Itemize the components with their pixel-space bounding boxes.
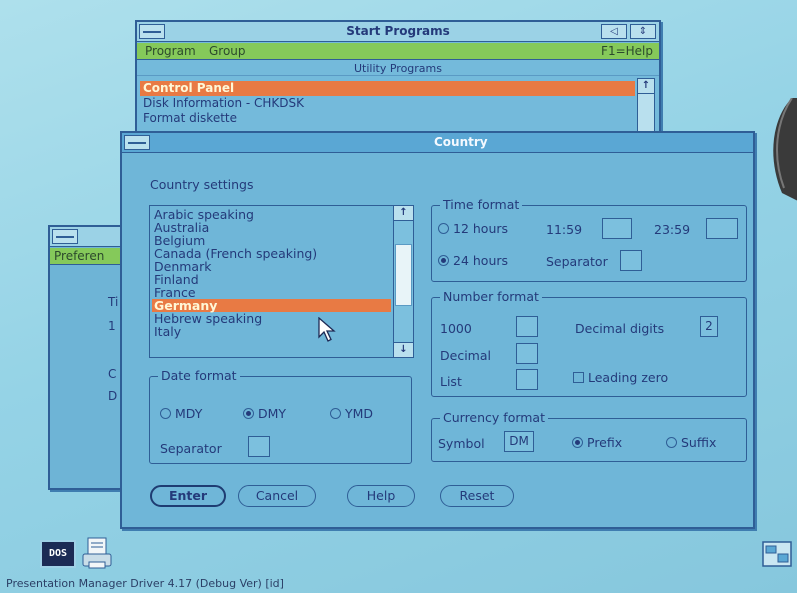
menu-program[interactable]: Program bbox=[145, 43, 196, 59]
country-listbox[interactable]: Arabic speaking Australia Belgium Canada… bbox=[149, 205, 414, 358]
dos-icon[interactable]: DOS bbox=[40, 540, 76, 568]
radio-icon bbox=[330, 408, 341, 419]
radio-suffix[interactable]: Suffix bbox=[666, 435, 716, 450]
radio-ymd[interactable]: YMD bbox=[330, 406, 373, 421]
date-separator-field[interactable] bbox=[248, 436, 270, 457]
date-separator-label: Separator bbox=[160, 441, 222, 456]
enter-button[interactable]: Enter bbox=[150, 485, 226, 507]
status-text: Presentation Manager Driver 4.17 (Debug … bbox=[6, 577, 284, 590]
radio-prefix-label: Prefix bbox=[587, 435, 623, 450]
radio-selected-icon bbox=[572, 437, 583, 448]
time-separator-field[interactable] bbox=[620, 250, 642, 271]
radio-prefix[interactable]: Prefix bbox=[572, 435, 622, 450]
system-menu-icon[interactable] bbox=[52, 229, 78, 244]
pm-time-label: 23:59 bbox=[654, 222, 691, 237]
hardware-device-icon bbox=[773, 98, 797, 201]
radio-suffix-label: Suffix bbox=[681, 435, 717, 450]
decimal-digits-label: Decimal digits bbox=[575, 321, 665, 336]
radio-icon bbox=[160, 408, 171, 419]
checkbox-icon bbox=[573, 372, 584, 383]
scroll-thumb[interactable] bbox=[395, 244, 412, 306]
reset-button[interactable]: Reset bbox=[440, 485, 514, 507]
printer-icon[interactable] bbox=[80, 536, 114, 572]
radio-12-hours-label: 12 hours bbox=[453, 221, 509, 236]
country-titlebar[interactable]: Country bbox=[122, 133, 753, 153]
start-programs-title: Start Programs bbox=[346, 24, 450, 38]
task-list-icon[interactable] bbox=[762, 541, 792, 567]
system-menu-icon[interactable] bbox=[124, 135, 150, 150]
country-settings-label: Country settings bbox=[150, 177, 254, 192]
country-title: Country bbox=[434, 135, 488, 149]
scroll-down-icon[interactable]: ↓ bbox=[394, 342, 413, 357]
currency-symbol-field[interactable]: DM bbox=[504, 431, 534, 452]
program-item-format-diskette[interactable]: Format diskette bbox=[140, 111, 635, 126]
cancel-button[interactable]: Cancel bbox=[238, 485, 316, 507]
time-format-legend: Time format bbox=[440, 198, 523, 212]
decimal-separator-field[interactable] bbox=[516, 343, 538, 364]
pm-time-field[interactable] bbox=[706, 218, 738, 239]
preferences-label-fragment: D bbox=[108, 389, 118, 403]
thousand-separator-label: 1000 bbox=[440, 321, 472, 336]
radio-12-hours[interactable]: 12 hours bbox=[438, 221, 508, 236]
list-separator-field[interactable] bbox=[516, 369, 538, 390]
list-separator-label: List bbox=[440, 374, 462, 389]
radio-mdy[interactable]: MDY bbox=[160, 406, 202, 421]
mouse-pointer-icon bbox=[318, 317, 336, 342]
radio-dmy-label: DMY bbox=[258, 406, 287, 421]
number-format-group: Number format 1000 Decimal digits 2 Deci… bbox=[431, 290, 747, 397]
decimal-digits-field[interactable]: 2 bbox=[700, 316, 718, 337]
am-time-field[interactable] bbox=[602, 218, 632, 239]
currency-format-group: Currency format Symbol DM Prefix Suffix bbox=[431, 411, 747, 462]
time-separator-label: Separator bbox=[546, 254, 608, 269]
radio-icon bbox=[666, 437, 677, 448]
preferences-label-fragment: C bbox=[108, 367, 117, 381]
radio-24-hours[interactable]: 24 hours bbox=[438, 253, 508, 268]
decimal-separator-label: Decimal bbox=[440, 348, 491, 363]
preferences-label-fragment: 1 bbox=[108, 319, 116, 333]
start-programs-menubar: Program Group F1=Help bbox=[137, 43, 659, 60]
date-format-legend: Date format bbox=[158, 369, 240, 383]
menu-group[interactable]: Group bbox=[209, 43, 246, 59]
group-title: Utility Programs bbox=[137, 61, 659, 76]
currency-symbol-label: Symbol bbox=[438, 436, 485, 451]
time-format-group: Time format 12 hours 11:59 23:59 24 hour… bbox=[431, 198, 747, 282]
number-format-legend: Number format bbox=[440, 290, 542, 304]
radio-selected-icon bbox=[243, 408, 254, 419]
date-format-group: Date format MDY DMY YMD Separator bbox=[149, 369, 412, 464]
menu-help[interactable]: F1=Help bbox=[601, 43, 653, 59]
country-dialog: Country Country settings Arabic speaking… bbox=[120, 131, 755, 529]
list-item[interactable]: Italy bbox=[152, 325, 391, 338]
currency-format-legend: Currency format bbox=[440, 411, 548, 425]
radio-selected-icon bbox=[438, 255, 449, 266]
scroll-up-icon[interactable]: ↑ bbox=[394, 206, 413, 221]
am-time-label: 11:59 bbox=[546, 222, 583, 237]
minimize-icon[interactable]: ◁ bbox=[601, 24, 627, 39]
program-item-disk-information[interactable]: Disk Information - CHKDSK bbox=[140, 96, 635, 111]
radio-ymd-label: YMD bbox=[345, 406, 374, 421]
list-item[interactable]: Hebrew speaking bbox=[152, 312, 391, 325]
menu-preferences[interactable]: Preferen bbox=[54, 248, 104, 264]
preferences-label-fragment: Ti bbox=[108, 295, 119, 309]
restore-icon[interactable]: ⇕ bbox=[630, 24, 656, 39]
system-menu-icon[interactable] bbox=[139, 24, 165, 39]
scroll-up-icon[interactable]: ↑ bbox=[638, 79, 654, 94]
radio-24-hours-label: 24 hours bbox=[453, 253, 509, 268]
start-programs-titlebar[interactable]: Start Programs bbox=[137, 22, 659, 42]
program-item-control-panel[interactable]: Control Panel bbox=[140, 81, 635, 96]
help-button[interactable]: Help bbox=[347, 485, 415, 507]
radio-icon bbox=[438, 223, 449, 234]
radio-mdy-label: MDY bbox=[175, 406, 203, 421]
leading-zero-label: Leading zero bbox=[588, 370, 669, 385]
radio-dmy[interactable]: DMY bbox=[243, 406, 286, 421]
thousand-separator-field[interactable] bbox=[516, 316, 538, 337]
country-list-scrollbar[interactable]: ↑ ↓ bbox=[393, 206, 413, 357]
leading-zero-checkbox[interactable]: Leading zero bbox=[573, 370, 668, 385]
